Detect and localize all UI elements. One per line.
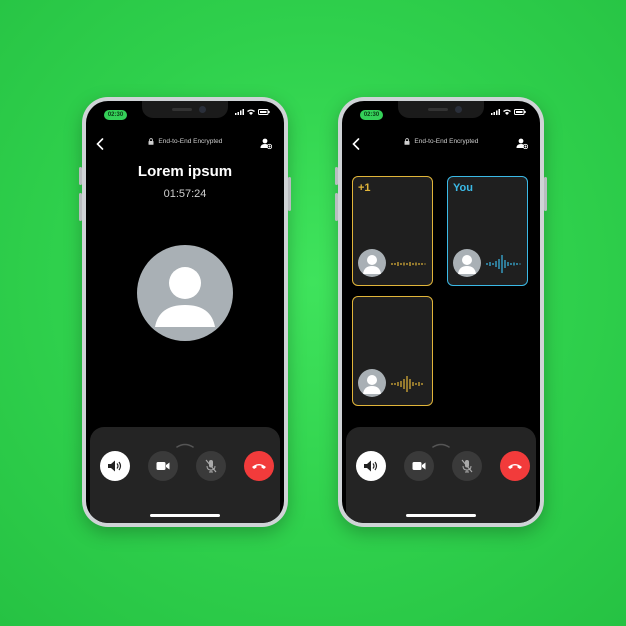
status-icons: [491, 109, 526, 115]
encryption-notice: End-to-End Encrypted: [342, 138, 540, 145]
mute-button[interactable]: [452, 451, 482, 481]
side-button: [335, 167, 338, 185]
call-controls-panel: [90, 427, 280, 523]
call-controls-panel: [346, 427, 536, 523]
signal-icon: [235, 109, 244, 115]
caller-name: Lorem ipsum: [137, 163, 233, 180]
status-icons: [235, 109, 270, 115]
add-user-icon[interactable]: [260, 136, 273, 154]
add-user-icon[interactable]: [516, 136, 529, 154]
drag-handle[interactable]: [431, 435, 451, 453]
side-button: [79, 167, 82, 185]
phone-group-call: 02:30 End-to-End Encrypted +1 You: [335, 97, 547, 527]
speaker-button[interactable]: [356, 451, 386, 481]
speaker-icon: [108, 460, 122, 472]
mic-off-icon: [461, 459, 473, 473]
end-call-button[interactable]: [500, 451, 530, 481]
audio-waveform-icon: [486, 255, 521, 273]
battery-icon: [258, 109, 270, 115]
wifi-icon: [247, 109, 255, 115]
wifi-icon: [503, 109, 511, 115]
participant-label: You: [453, 182, 473, 194]
audio-waveform-icon: [391, 376, 423, 392]
mute-button[interactable]: [196, 451, 226, 481]
phone-1-to-1-call: 02:30 End-to-End Encrypted Lorem ipsum 0…: [79, 97, 291, 527]
power-button: [288, 177, 291, 211]
speaker-icon: [364, 460, 378, 472]
phone-hangup-icon: [252, 464, 266, 469]
video-button[interactable]: [148, 451, 178, 481]
participant-tile[interactable]: +1: [352, 176, 433, 286]
notch: [142, 101, 228, 118]
user-avatar-icon: [453, 249, 481, 277]
battery-icon: [514, 109, 526, 115]
power-button: [544, 177, 547, 211]
video-camera-icon: [412, 462, 426, 470]
mic-off-icon: [205, 459, 217, 473]
participant-tile-self[interactable]: You: [447, 176, 528, 286]
lock-icon: [148, 138, 154, 145]
user-avatar-icon: [358, 249, 386, 277]
home-indicator[interactable]: [406, 514, 476, 517]
speaker-button[interactable]: [100, 451, 130, 481]
home-indicator[interactable]: [150, 514, 220, 517]
audio-waveform-icon: [391, 262, 426, 266]
drag-handle[interactable]: [175, 435, 195, 453]
call-duration: 01:57:24: [163, 188, 207, 200]
user-avatar-icon: [137, 245, 233, 341]
user-avatar-icon: [358, 369, 386, 397]
call-screen: 02:30 End-to-End Encrypted Lorem ipsum 0…: [86, 101, 284, 523]
status-time: 02:30: [360, 110, 383, 120]
side-button: [335, 193, 338, 221]
video-camera-icon: [156, 462, 170, 470]
end-call-button[interactable]: [244, 451, 274, 481]
lock-icon: [404, 138, 410, 145]
encryption-label: End-to-End Encrypted: [414, 138, 479, 146]
call-screen: 02:30 End-to-End Encrypted +1 You: [342, 101, 540, 523]
encryption-notice: End-to-End Encrypted: [86, 138, 284, 145]
video-button[interactable]: [404, 451, 434, 481]
encryption-label: End-to-End Encrypted: [158, 138, 223, 146]
notch: [398, 101, 484, 118]
phone-hangup-icon: [508, 464, 522, 469]
participant-label: +1: [358, 182, 371, 194]
side-button: [79, 193, 82, 221]
participant-tile[interactable]: [352, 296, 433, 406]
signal-icon: [491, 109, 500, 115]
status-time: 02:30: [104, 110, 127, 120]
